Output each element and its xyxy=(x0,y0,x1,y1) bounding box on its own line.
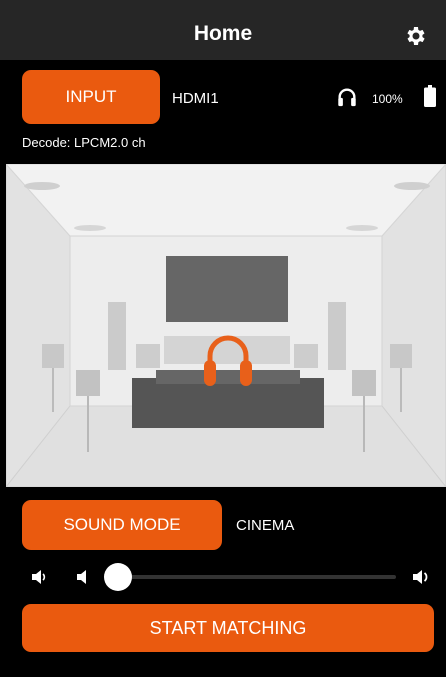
input-button[interactable]: INPUT xyxy=(22,70,160,124)
decode-status: Decode: LPCM2.0 ch xyxy=(22,135,146,150)
app-header: Home xyxy=(0,0,446,60)
page-title: Home xyxy=(193,22,253,45)
volume-down-icon[interactable] xyxy=(74,568,92,586)
room-scene xyxy=(6,164,446,487)
volume-slider-knob[interactable] xyxy=(104,563,132,591)
volume-mute-icon[interactable] xyxy=(30,568,48,586)
sound-mode-button[interactable]: SOUND MODE xyxy=(22,500,222,550)
sound-mode-value: CINEMA xyxy=(236,517,295,534)
gear-icon[interactable] xyxy=(404,24,428,48)
headphones-icon xyxy=(338,88,356,107)
input-value: HDMI1 xyxy=(172,90,219,107)
volume-slider[interactable] xyxy=(104,563,396,591)
room-illustration xyxy=(6,164,446,487)
start-matching-button[interactable]: START MATCHING xyxy=(22,604,434,652)
volume-up-icon[interactable] xyxy=(412,568,430,586)
battery-level: 100% xyxy=(372,92,403,106)
battery-icon xyxy=(424,85,436,107)
